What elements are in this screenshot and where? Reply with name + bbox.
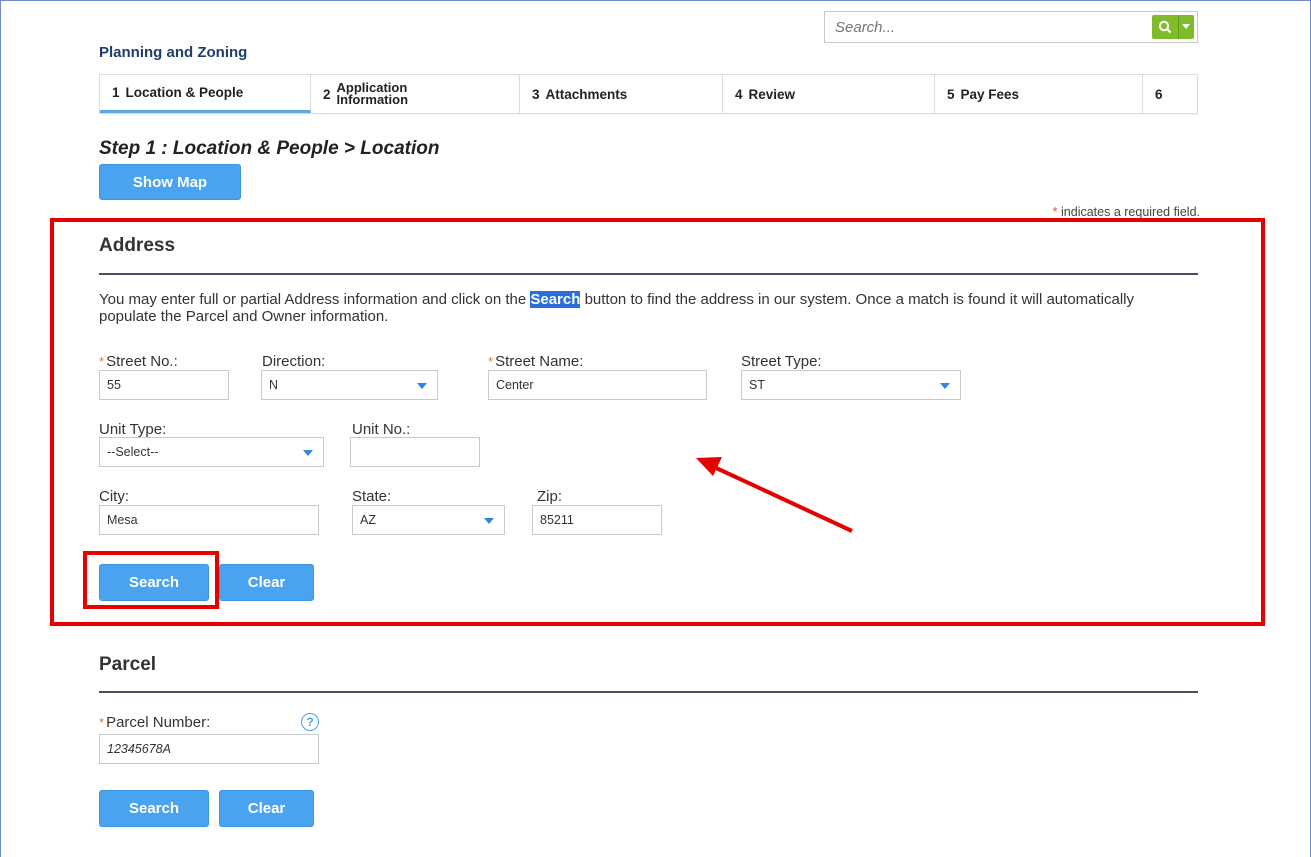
global-search-button[interactable]: [1152, 15, 1194, 39]
tab-6[interactable]: 6: [1143, 75, 1197, 113]
parcel-section-title: Parcel: [99, 654, 157, 675]
label-text: Parcel Number:: [106, 714, 211, 731]
required-note-text: indicates a required field.: [1057, 205, 1200, 219]
module-title: Planning and Zoning: [99, 44, 248, 61]
parcel-number-label: * Parcel Number:: [99, 714, 210, 731]
parcel-number-field[interactable]: 12345678A: [99, 734, 319, 764]
address-highlight-box: [50, 218, 1265, 626]
tab-attachments[interactable]: 3 Attachments: [520, 75, 723, 113]
search-button-highlight-box: [83, 551, 219, 609]
tab-review[interactable]: 4 Review: [723, 75, 935, 113]
tab-label: Review: [748, 86, 796, 102]
required-field-note: * indicates a required field.: [1000, 205, 1200, 219]
global-search-input[interactable]: [833, 16, 1113, 38]
tab-number: 4: [735, 86, 743, 102]
search-icon: [1152, 20, 1178, 34]
tab-number: 6: [1155, 86, 1163, 102]
tab-location-people[interactable]: 1 Location & People: [100, 75, 311, 113]
tab-number: 1: [112, 85, 120, 100]
tab-number: 3: [532, 86, 540, 102]
tab-label: Application Information: [336, 80, 409, 107]
tab-number: 5: [947, 86, 955, 102]
tab-label: Pay Fees: [960, 86, 1020, 102]
show-map-button[interactable]: Show Map: [99, 164, 241, 200]
parcel-clear-button[interactable]: Clear: [219, 790, 314, 827]
help-icon[interactable]: ?: [301, 713, 319, 731]
parcel-search-button[interactable]: Search: [99, 790, 209, 827]
tab-pay-fees[interactable]: 5 Pay Fees: [935, 75, 1143, 113]
tab-application-information[interactable]: 2 Application Information: [311, 75, 520, 113]
annotation-arrow-icon: [696, 457, 853, 533]
tab-label: Attachments: [545, 86, 628, 102]
required-star: *: [99, 715, 105, 730]
step-title: Step 1 : Location & People > Location: [99, 138, 440, 159]
global-search: [824, 11, 1198, 43]
step-tabs: 1 Location & People 2 Application Inform…: [99, 74, 1198, 114]
tab-label: Location & People: [125, 85, 244, 100]
tab-number: 2: [323, 86, 331, 102]
chevron-down-icon[interactable]: [1178, 15, 1192, 39]
parcel-divider: [99, 691, 1198, 693]
